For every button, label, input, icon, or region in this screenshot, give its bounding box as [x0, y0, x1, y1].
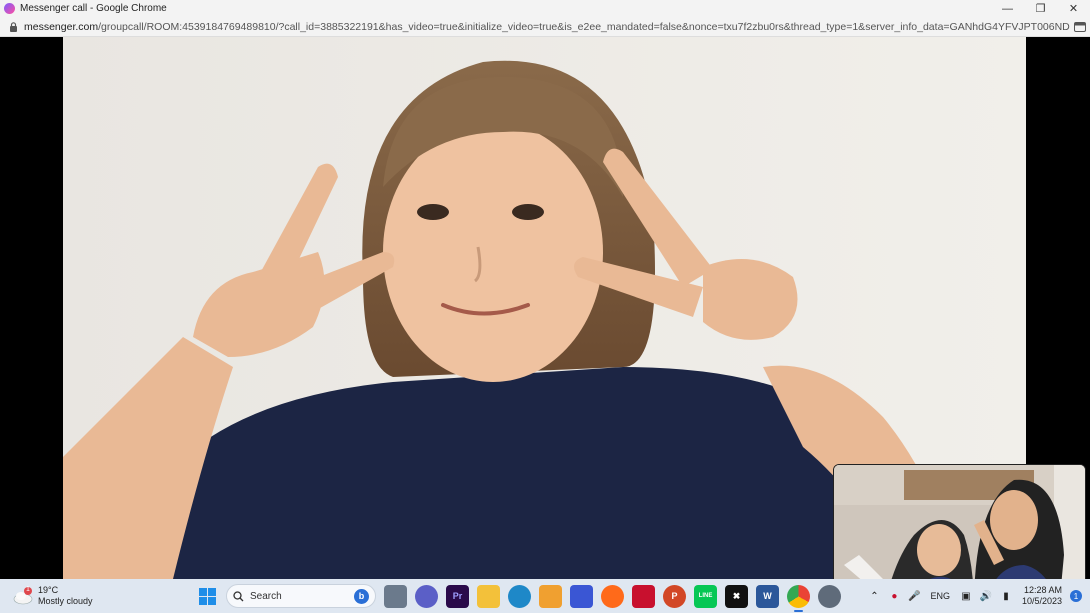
system-tray: ⌃ ● 🎤 ENG ▣ 🔊 ▮ 12:28 AM 10/5/2023 1 [864, 579, 1090, 613]
mcafee-tray-icon[interactable]: ● [884, 586, 904, 606]
windows-logo-icon [198, 587, 216, 605]
url-text[interactable]: messenger.com/groupcall/ROOM:45391847694… [24, 21, 1070, 33]
weather-widget[interactable]: 1 19°C Mostly cloudy [0, 579, 190, 613]
premiere-icon[interactable]: Pr [446, 584, 469, 608]
tab-search-icon[interactable] [1070, 21, 1090, 32]
battery-icon[interactable]: ▮ [996, 586, 1016, 606]
taskbar-search[interactable]: Search b [226, 584, 376, 608]
close-button[interactable]: ✕ [1057, 0, 1090, 17]
powerpoint-icon[interactable]: P [663, 584, 686, 608]
language-indicator[interactable]: ENG [930, 591, 950, 601]
weather-desc: Mostly cloudy [38, 596, 93, 606]
self-view-video[interactable] [833, 464, 1086, 579]
word-icon[interactable]: W [756, 584, 779, 608]
store-icon[interactable] [539, 584, 562, 608]
clock-date: 10/5/2023 [1021, 596, 1062, 606]
notes-icon[interactable] [570, 584, 593, 608]
edge-icon[interactable] [508, 584, 531, 608]
weather-badge: 1 [26, 586, 30, 593]
window-title: Messenger call - Google Chrome [20, 3, 167, 14]
windows-taskbar: 1 19°C Mostly cloudy Search b Pr P LINE … [0, 579, 1090, 613]
minimize-button[interactable]: — [991, 0, 1024, 17]
settings-icon[interactable] [818, 584, 841, 608]
bing-icon[interactable]: b [354, 588, 369, 604]
firefox-icon[interactable] [601, 584, 624, 608]
network-icon[interactable]: ▣ [956, 586, 976, 606]
restore-button[interactable]: ❐ [1024, 0, 1057, 17]
chevron-up-icon[interactable]: ⌃ [864, 586, 884, 606]
microphone-icon[interactable]: 🎤 [904, 586, 924, 606]
taskbar-apps: Pr P LINE ✖ W [380, 584, 845, 612]
clock-time: 12:28 AM [1023, 585, 1062, 595]
windows-start-button[interactable] [196, 585, 218, 607]
weather-temp: 19°C [38, 585, 59, 595]
chrome-icon[interactable] [787, 584, 810, 612]
cloud-icon: 1 [12, 586, 34, 606]
capcut-icon[interactable]: ✖ [725, 584, 748, 608]
browser-title-bar: Messenger call - Google Chrome — ❐ ✕ [0, 0, 1090, 17]
line-icon[interactable]: LINE [694, 584, 717, 608]
messenger-icon [4, 3, 15, 14]
search-icon [233, 590, 244, 601]
self-view-feed [834, 465, 1085, 579]
clock[interactable]: 12:28 AM 10/5/2023 [1022, 585, 1062, 607]
lock-icon[interactable] [6, 21, 20, 32]
zoom-icon[interactable] [415, 584, 438, 608]
notification-badge[interactable]: 1 [1070, 590, 1082, 602]
task-view-icon[interactable] [384, 584, 407, 608]
address-bar[interactable]: messenger.com/groupcall/ROOM:45391847694… [0, 17, 1090, 37]
volume-icon[interactable]: 🔊 [976, 586, 996, 606]
file-explorer-icon[interactable] [477, 584, 500, 608]
call-stage [0, 37, 1090, 579]
mcafee-icon[interactable] [632, 584, 655, 608]
search-label: Search [250, 590, 282, 602]
